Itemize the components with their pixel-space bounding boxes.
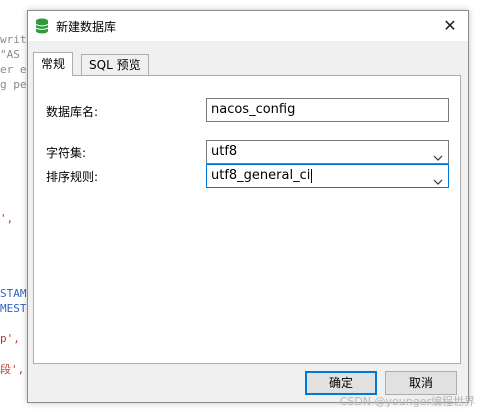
dialog-title: 新建数据库	[56, 20, 117, 34]
collation-label: 排序规则:	[46, 170, 99, 184]
code-line: MEST	[0, 302, 27, 315]
code-line: er e	[0, 63, 27, 76]
charset-value: utf8	[211, 144, 238, 159]
general-panel: 数据库名: nacos_config 字符集: utf8 排序规则: utf8_…	[33, 75, 461, 364]
chevron-down-icon	[433, 172, 443, 185]
charset-select[interactable]: utf8	[206, 140, 449, 164]
tab-sql-preview[interactable]: SQL 预览	[81, 54, 149, 76]
code-line: g pe	[0, 78, 27, 91]
text-caret	[311, 168, 313, 183]
collation-value: utf8_general_ci	[211, 168, 311, 183]
database-icon	[35, 18, 49, 34]
cancel-button[interactable]: 取消	[385, 371, 457, 395]
tab-general[interactable]: 常规	[33, 52, 74, 76]
new-database-dialog: 新建数据库 ✕ 常规 SQL 预览 数据库名: nacos_config 字符集…	[27, 10, 469, 403]
code-line: 段',	[0, 363, 25, 376]
code-line: writ	[0, 33, 27, 46]
code-line: ',	[0, 212, 14, 225]
chevron-down-icon	[433, 148, 443, 161]
charset-label: 字符集:	[46, 146, 87, 160]
code-line: p',	[0, 332, 20, 345]
watermark: CSDN @younger编程世界	[339, 395, 475, 408]
collation-select[interactable]: utf8_general_ci	[206, 164, 449, 188]
dialog-titlebar[interactable]: 新建数据库 ✕	[28, 11, 468, 41]
database-name-input[interactable]: nacos_config	[206, 98, 449, 122]
code-line: STAM	[0, 287, 27, 300]
code-line: "AS	[0, 48, 20, 61]
ok-button[interactable]: 确定	[305, 371, 377, 395]
close-button[interactable]: ✕	[432, 11, 468, 41]
background-code-editor: writ "AS er e g pe ', STAM MEST p', 段',	[0, 0, 30, 412]
database-name-label: 数据库名:	[46, 105, 99, 119]
